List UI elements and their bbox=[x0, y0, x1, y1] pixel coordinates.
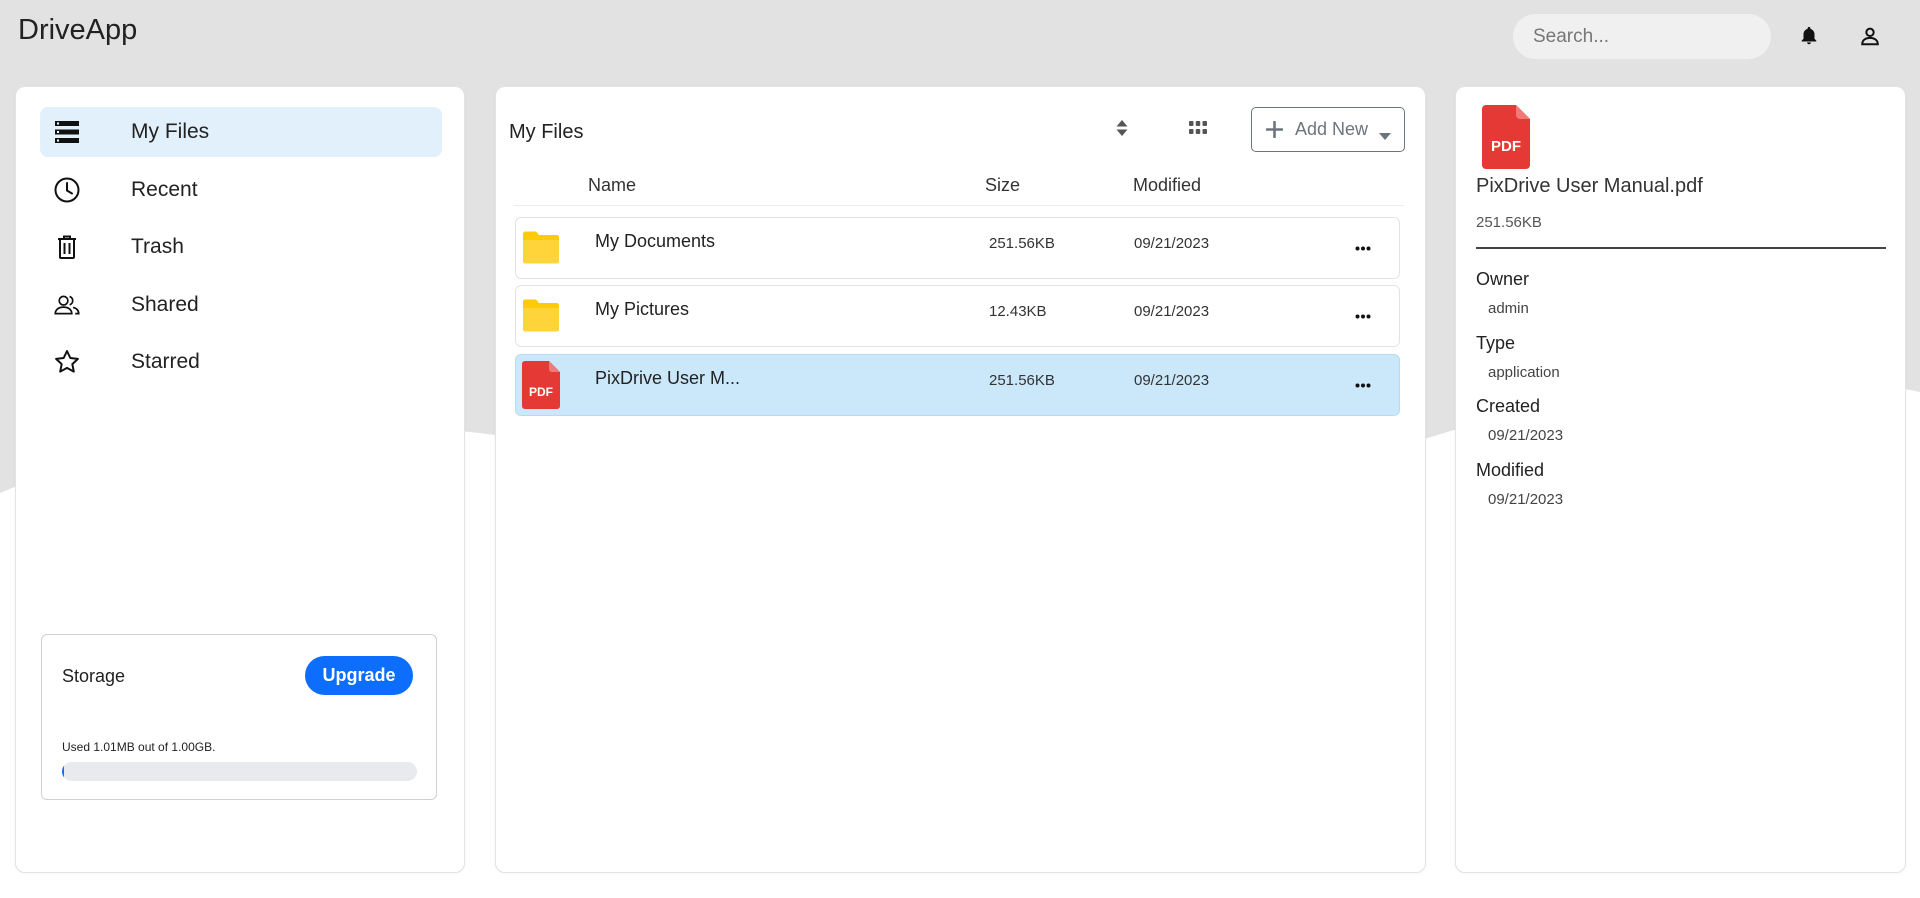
created-label: Created bbox=[1476, 396, 1541, 416]
chevron-down-icon bbox=[1379, 127, 1391, 145]
sidebar-item-trash[interactable]: Trash bbox=[40, 222, 442, 272]
pdf-file-icon: PDF bbox=[522, 361, 560, 409]
folder-icon bbox=[523, 299, 559, 332]
more-options-icon[interactable] bbox=[1350, 304, 1376, 328]
sidebar-item-label: Recent bbox=[131, 178, 198, 201]
sidebar-panel: My Files Recent Trash Shared Starred Sto… bbox=[15, 86, 465, 873]
detail-file-name: PixDrive User Manual.pdf bbox=[1476, 175, 1703, 197]
more-options-icon[interactable] bbox=[1350, 236, 1376, 260]
user-icon[interactable] bbox=[1856, 22, 1884, 50]
files-panel: My Files Add New Name Size Modified My D… bbox=[495, 86, 1426, 873]
folder-icon bbox=[523, 231, 559, 264]
plus-icon bbox=[1265, 120, 1284, 143]
owner-label: Owner bbox=[1476, 269, 1530, 289]
type-value: application bbox=[1488, 364, 1560, 381]
table-row[interactable]: My Documents 251.56KB 09/21/2023 bbox=[515, 217, 1400, 279]
upgrade-button[interactable]: Upgrade bbox=[305, 656, 413, 695]
add-new-button[interactable]: Add New bbox=[1251, 107, 1405, 152]
pdf-badge-text: PDF bbox=[529, 385, 553, 399]
modified-value: 09/21/2023 bbox=[1488, 491, 1564, 508]
type-label: Type bbox=[1476, 333, 1516, 353]
column-header-name[interactable]: Name bbox=[588, 175, 636, 196]
sidebar-item-label: My Files bbox=[131, 120, 210, 143]
storage-progress-bar bbox=[62, 762, 417, 781]
clock-icon bbox=[54, 177, 80, 203]
file-name: My Pictures bbox=[595, 299, 690, 319]
storage-card: Storage Upgrade Used 1.01MB out of 1.00G… bbox=[41, 634, 437, 800]
sidebar-item-shared[interactable]: Shared bbox=[40, 280, 442, 330]
sort-icon[interactable] bbox=[1107, 113, 1137, 143]
table-row[interactable]: PDF PixDrive User M... 251.56KB 09/21/20… bbox=[515, 354, 1400, 416]
column-header-modified[interactable]: Modified bbox=[1133, 175, 1201, 196]
file-size: 251.56KB bbox=[989, 372, 1055, 389]
sidebar-item-label: Starred bbox=[131, 350, 200, 373]
file-modified: 09/21/2023 bbox=[1134, 235, 1210, 252]
modified-label: Modified bbox=[1476, 460, 1545, 480]
detail-file-size: 251.56KB bbox=[1476, 214, 1542, 231]
app-title: DriveApp bbox=[18, 14, 138, 46]
file-name: My Documents bbox=[595, 231, 716, 251]
more-options-icon[interactable] bbox=[1350, 373, 1376, 397]
sidebar-item-label: Shared bbox=[131, 293, 199, 316]
people-icon bbox=[54, 292, 80, 318]
column-header-size[interactable]: Size bbox=[985, 175, 1020, 196]
star-icon bbox=[54, 349, 80, 375]
sidebar-item-label: Trash bbox=[131, 235, 184, 258]
file-name: PixDrive User M... bbox=[595, 368, 741, 388]
storage-used-text: Used 1.01MB out of 1.00GB. bbox=[62, 740, 216, 754]
grid-view-icon[interactable] bbox=[1183, 113, 1213, 143]
storage-title: Storage bbox=[62, 666, 126, 686]
detail-divider bbox=[1476, 247, 1886, 249]
file-modified: 09/21/2023 bbox=[1134, 372, 1210, 389]
owner-value: admin bbox=[1488, 300, 1529, 317]
header-divider bbox=[513, 205, 1404, 206]
sidebar-item-starred[interactable]: Starred bbox=[40, 337, 442, 387]
storage-progress-fill bbox=[62, 762, 65, 781]
details-panel: PDF PixDrive User Manual.pdf 251.56KB Ow… bbox=[1455, 86, 1906, 873]
trash-icon bbox=[54, 234, 80, 260]
storage-list-icon bbox=[54, 119, 80, 145]
bell-icon[interactable] bbox=[1795, 22, 1823, 50]
sidebar-item-recent[interactable]: Recent bbox=[40, 165, 442, 215]
sidebar-item-my-files[interactable]: My Files bbox=[40, 107, 442, 157]
files-title: My Files bbox=[509, 121, 584, 143]
search-input[interactable] bbox=[1513, 14, 1771, 59]
add-new-label: Add New bbox=[1295, 119, 1369, 139]
pdf-badge-text: PDF bbox=[1491, 138, 1521, 155]
file-size: 12.43KB bbox=[989, 303, 1047, 320]
file-modified: 09/21/2023 bbox=[1134, 303, 1210, 320]
created-value: 09/21/2023 bbox=[1488, 427, 1564, 444]
file-size: 251.56KB bbox=[989, 235, 1055, 252]
pdf-file-icon: PDF bbox=[1482, 105, 1530, 169]
table-row[interactable]: My Pictures 12.43KB 09/21/2023 bbox=[515, 285, 1400, 347]
